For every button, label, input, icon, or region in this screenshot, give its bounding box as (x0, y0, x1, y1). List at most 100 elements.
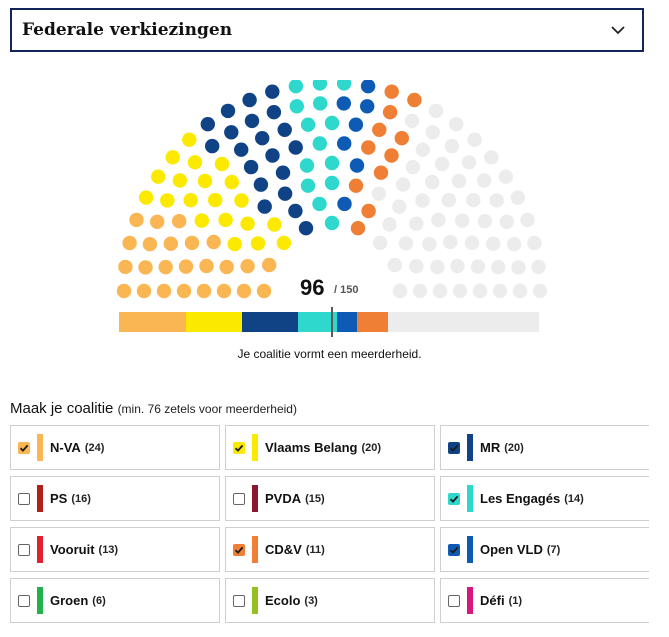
bar-segment (242, 312, 299, 332)
coalition-heading: Maak je coalitie (min. 76 zetels voor me… (10, 400, 297, 417)
seat-dot (348, 117, 364, 132)
majority-marker (330, 307, 333, 337)
seat-dot (138, 190, 154, 205)
checkbox-unchecked-icon[interactable] (233, 594, 245, 607)
seat-dot (234, 142, 249, 157)
checkbox-unchecked-icon[interactable] (448, 594, 460, 607)
seat-dot (464, 235, 480, 251)
party-name: Open VLD (480, 542, 543, 557)
party-option[interactable]: Vooruit (13) (10, 527, 220, 572)
seat-dot (506, 237, 522, 252)
party-option[interactable]: Ecolo (3) (225, 578, 435, 623)
seat-dot (163, 236, 178, 251)
party-color-stripe (467, 536, 473, 563)
seat-dot (265, 148, 280, 163)
seat-dot (197, 173, 213, 189)
seat-dot (324, 115, 340, 131)
checkbox-checked-icon[interactable] (448, 441, 460, 454)
seat-dot (312, 196, 327, 212)
seat-dot (349, 158, 365, 173)
seat-dot (184, 235, 200, 251)
party-option[interactable]: Groen (6) (10, 578, 220, 623)
seat-dot (382, 105, 398, 120)
seat-dot (240, 216, 255, 231)
coalition-heading-subtitle: (min. 76 zetels voor meerderheid) (117, 402, 297, 416)
parliament-hemicycle (116, 80, 548, 299)
chevron-down-icon[interactable] (610, 24, 626, 36)
seat-dot (300, 117, 316, 132)
party-option[interactable]: Vlaams Belang (20) (225, 425, 435, 470)
seat-dot (466, 193, 481, 208)
seat-dot (476, 173, 492, 188)
checkbox-checked-icon[interactable] (448, 492, 460, 505)
seat-dot (267, 217, 282, 232)
seat-dot (443, 234, 458, 250)
seat-dot (434, 156, 450, 172)
seat-dot (129, 212, 144, 228)
seat-dot (199, 258, 214, 274)
seat-dot (425, 174, 440, 190)
seat-dot (156, 283, 172, 299)
seat-dot (300, 178, 316, 193)
seat-dot (350, 221, 366, 236)
party-seat-count: (13) (98, 543, 119, 556)
seat-dot (472, 283, 488, 299)
seat-dot (336, 80, 352, 91)
total-seat-count: / 150 (334, 284, 359, 296)
election-select[interactable]: Federale verkiezingen (10, 8, 644, 52)
party-option[interactable]: N-VA (24) (10, 425, 220, 470)
seat-dot (394, 131, 409, 146)
checkbox-unchecked-icon[interactable] (18, 543, 30, 556)
checkbox-checked-icon[interactable] (18, 441, 30, 454)
seat-dot (187, 155, 203, 170)
seat-dot (532, 283, 548, 299)
seat-dot (289, 99, 304, 114)
seat-dot (266, 105, 282, 120)
seat-dot (431, 212, 446, 228)
checkbox-checked-icon[interactable] (233, 543, 245, 556)
party-option[interactable]: Les Engagés (14) (440, 476, 649, 521)
selected-seat-count: 96 (300, 275, 325, 300)
seat-dot (531, 259, 546, 275)
seat-dot (455, 213, 470, 228)
party-option[interactable]: CD&V (11) (225, 527, 435, 572)
seat-dot (151, 169, 166, 184)
party-seat-count: (11) (305, 543, 325, 556)
party-option[interactable]: Défi (1) (440, 578, 649, 623)
party-name: Ecolo (265, 593, 301, 608)
seat-dot (118, 259, 133, 275)
checkbox-checked-icon[interactable] (233, 441, 245, 454)
seat-dot (452, 283, 468, 299)
party-color-stripe (467, 434, 473, 461)
seat-dot (444, 138, 459, 154)
seat-dot (520, 212, 535, 228)
party-name: Défi (480, 593, 505, 608)
seat-dot (324, 175, 340, 191)
seat-dot (122, 235, 137, 251)
coalition-seat-bar (119, 307, 539, 337)
checkbox-unchecked-icon[interactable] (18, 594, 30, 607)
party-name: PVDA (265, 491, 302, 506)
seat-dot (409, 216, 424, 231)
seat-dot (441, 192, 456, 208)
seat-dot (384, 148, 399, 163)
majority-message: Je coalitie vormt een meerderheid. (237, 347, 422, 361)
checkbox-unchecked-icon[interactable] (18, 492, 30, 505)
seat-dot (477, 214, 492, 229)
party-option[interactable]: PS (16) (10, 476, 220, 521)
party-color-stripe (252, 587, 258, 614)
seat-dot (372, 235, 388, 251)
seat-dot (499, 214, 514, 229)
seat-dot (138, 260, 153, 275)
party-option[interactable]: Open VLD (7) (440, 527, 649, 572)
seat-dot (150, 214, 165, 229)
party-seat-count: (7) (546, 543, 561, 556)
checkbox-unchecked-icon[interactable] (233, 492, 245, 505)
checkbox-checked-icon[interactable] (448, 543, 460, 556)
party-seat-count: (6) (92, 594, 106, 607)
party-option[interactable]: MR (20) (440, 425, 649, 470)
seat-dot (172, 214, 187, 229)
seat-dot (178, 259, 194, 274)
seat-dot (412, 283, 428, 299)
party-option[interactable]: PVDA (15) (225, 476, 435, 521)
